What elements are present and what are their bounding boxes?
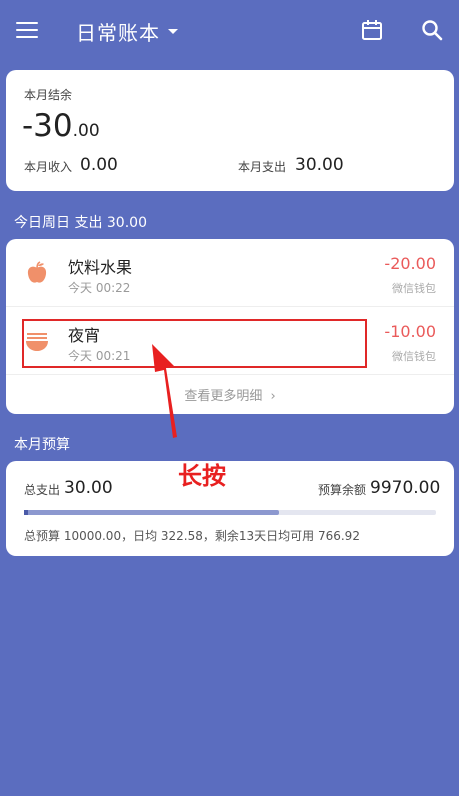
dropdown-caret-icon	[168, 28, 178, 34]
app-screen: 日常账本 本月结余 -30 .00 本月收入 0.00 本月支出 30.00 今…	[0, 0, 459, 796]
chevron-right-icon: ›	[270, 389, 276, 404]
balance-integer: -30	[22, 108, 73, 144]
balance-amount: -30 .00	[22, 108, 100, 144]
budget-remain-label: 预算余额	[318, 483, 367, 497]
record-amount: -20.00	[384, 254, 436, 273]
record-wallet: 微信钱包	[392, 350, 436, 363]
balance-label: 本月结余	[24, 88, 73, 102]
view-more-link[interactable]: 查看更多明细 ›	[6, 385, 454, 404]
budget-card[interactable]: 总支出 30.00 预算余额 9970.00 总预算 10000.00，日均 3…	[6, 461, 454, 556]
budget-progress-bar	[24, 510, 436, 515]
divider	[6, 374, 454, 375]
record-name: 饮料水果	[68, 258, 133, 277]
calendar-icon[interactable]	[361, 19, 383, 41]
budget-detail: 总预算 10000.00，日均 322.58，剩余13天日均可用 766.92	[24, 529, 360, 543]
apple-icon	[27, 261, 47, 283]
budget-progress-used	[24, 510, 28, 515]
record-amount: -10.00	[384, 322, 436, 341]
record-item-drinks-fruit[interactable]: 饮料水果 今天 00:22 -20.00 微信钱包	[6, 239, 454, 307]
record-time: 今天 00:22	[68, 281, 131, 295]
budget-progress-fill	[24, 510, 280, 515]
balance-decimal: .00	[72, 121, 100, 141]
today-heading: 今日周日 支出 30.00	[14, 215, 147, 231]
annotation-long-press-label: 长按	[178, 462, 226, 490]
budget-total-value: 30.00	[64, 478, 113, 498]
annotation-highlight-box	[22, 319, 367, 368]
record-wallet: 微信钱包	[392, 282, 436, 295]
budget-heading: 本月预算	[14, 437, 70, 453]
expense-value: 30.00	[295, 155, 344, 175]
income-value: 0.00	[80, 155, 118, 175]
budget-remain-value: 9970.00	[370, 478, 441, 498]
ledger-selector[interactable]: 日常账本	[76, 16, 178, 46]
top-app-bar: 日常账本	[0, 0, 459, 62]
search-icon[interactable]	[420, 18, 444, 42]
annotation-arrow-icon	[152, 344, 177, 438]
income-label: 本月收入	[24, 160, 73, 174]
monthly-summary-card[interactable]: 本月结余 -30 .00 本月收入 0.00 本月支出 30.00	[6, 70, 454, 191]
view-more-label: 查看更多明细	[184, 389, 263, 404]
today-records-card: 饮料水果 今天 00:22 -20.00 微信钱包 夜宵 今天 00:21 -1…	[6, 239, 454, 414]
expense-label: 本月支出	[238, 160, 287, 174]
menu-icon[interactable]	[16, 20, 40, 40]
ledger-title: 日常账本	[76, 20, 160, 45]
budget-total-label: 总支出	[24, 483, 61, 497]
